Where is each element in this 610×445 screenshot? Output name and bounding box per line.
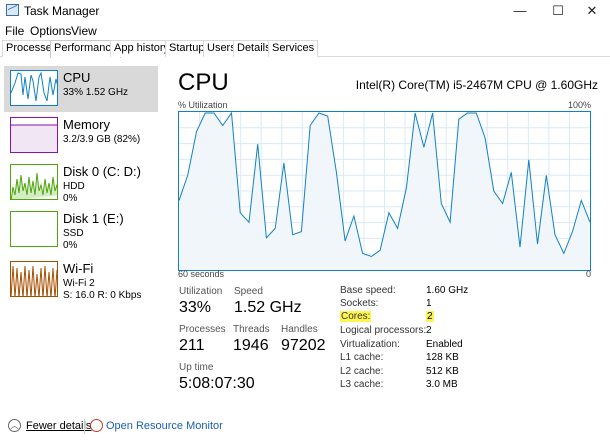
sidebar-wifi-title: Wi-Fi [63,261,94,276]
handles-value: 97202 [281,337,326,354]
sidebar-disk0-title: Disk 0 (C: D:) [63,164,141,179]
sidebar-wifi-name: Wi-Fi 2 [63,278,95,289]
maximize-button[interactable]: ☐ [540,0,576,22]
threads-label: Threads [233,324,270,335]
info-label-sockets: Sockets: [340,298,379,309]
sidebar-disk1-title: Disk 1 (E:) [63,211,124,226]
open-resource-monitor-link[interactable]: Open Resource Monitor [106,420,223,432]
info-value-base-speed: 1.60 GHz [426,285,469,296]
sidebar-item-cpu[interactable]: CPU 33% 1.52 GHz [4,66,158,112]
tab-bar: Processes Performance App history Startu… [0,40,610,58]
menu-file[interactable]: File [5,24,24,38]
cpu-panel: CPU Intel(R) Core(TM) i5-2467M CPU @ 1.6… [170,62,610,402]
processes-value: 211 [179,337,205,354]
sidebar-memory-title: Memory [63,117,110,132]
info-label-logical-processors: Logical processors: [340,325,427,336]
speed-value: 1.52 GHz [234,299,302,316]
wifi-thumbnail [10,261,58,297]
info-value-l3-cache: 3.0 MB [426,379,458,390]
menu-view[interactable]: View [71,24,97,38]
sidebar-item-disk1[interactable]: Disk 1 (E:) SSD 0% [4,207,158,253]
sidebar-memory-sub: 3.2/3.9 GB (82%) [63,134,141,145]
sidebar-item-wifi[interactable]: Wi-Fi Wi-Fi 2 S: 16.0 R: 0 Kbps [4,257,158,303]
disk0-thumbnail [10,164,58,200]
sidebar-wifi-rate: S: 16.0 R: 0 Kbps [63,290,142,301]
minimize-button[interactable]: — [502,0,538,22]
graph-ymax: 100% [567,100,591,110]
uptime-value: 5:08:07:30 [179,375,255,392]
graph-xlabel: 60 seconds [178,269,225,279]
cpu-model-name: Intel(R) Core(TM) i5-2467M CPU @ 1.60GHz [355,78,598,92]
cpu-graph-svg [178,111,591,270]
chevron-up-icon[interactable]: ︿ [8,419,21,432]
close-button[interactable]: ✕ [574,0,610,22]
disk1-thumbnail [10,211,58,247]
task-manager-icon [6,4,19,16]
menu-options[interactable]: Options [30,24,71,38]
graph-ylabel: % Utilization [178,100,228,110]
menu-bar: File Options View [0,22,610,40]
uptime-label: Up time [179,362,214,373]
info-label-base-speed: Base speed: [340,285,396,296]
sidebar-item-memory[interactable]: Memory 3.2/3.9 GB (82%) [4,113,158,159]
handles-label: Handles [281,324,318,335]
speed-label: Speed [234,286,263,297]
info-value-l1-cache: 128 KB [426,352,459,363]
info-label-l2-cache: L2 cache: [340,366,384,377]
window-title: Task Manager [24,4,100,18]
tab-app-history[interactable]: App history [110,40,174,57]
info-value-cores: 2 [426,311,434,322]
processes-label: Processes [179,324,226,335]
sidebar: CPU 33% 1.52 GHz Memory 3.2/3.9 GB (82%)… [0,62,160,402]
sidebar-disk1-type: SSD [63,228,84,239]
cpu-utilization-graph [178,111,591,271]
info-label-l3-cache: L3 cache: [340,379,384,390]
info-value-virtualization: Enabled [426,339,463,350]
graph-xmin: 0 [585,269,591,279]
info-value-sockets: 1 [426,298,432,309]
memory-thumbnail [10,117,58,153]
sidebar-disk1-usage: 0% [63,240,78,251]
cpu-thumbnail [10,70,58,106]
page-title: CPU [178,69,229,96]
footer-separator [84,419,85,434]
utilization-value: 33% [179,299,212,316]
sidebar-item-disk0[interactable]: Disk 0 (C: D:) HDD 0% [4,160,158,206]
sidebar-cpu-sub: 33% 1.52 GHz [63,87,129,98]
sidebar-disk0-usage: 0% [63,193,78,204]
utilization-label: Utilization [179,286,223,297]
info-label-l1-cache: L1 cache: [340,352,384,363]
title-bar: Task Manager — ☐ ✕ [0,0,610,22]
tab-services[interactable]: Services [268,40,319,57]
resource-monitor-icon[interactable] [90,419,103,432]
footer: ︿ Fewer details Open Resource Monitor [0,413,610,439]
info-label-cores: Cores: [340,311,372,322]
fewer-details-link[interactable]: Fewer details [26,420,91,432]
info-value-logical-processors: 2 [426,325,432,336]
info-label-virtualization: Virtualization: [340,339,400,350]
info-value-l2-cache: 512 KB [426,366,459,377]
sidebar-cpu-title: CPU [63,70,91,85]
sidebar-disk0-type: HDD [63,181,85,192]
tab-startup[interactable]: Startup [165,40,209,57]
threads-value: 1946 [233,337,269,354]
